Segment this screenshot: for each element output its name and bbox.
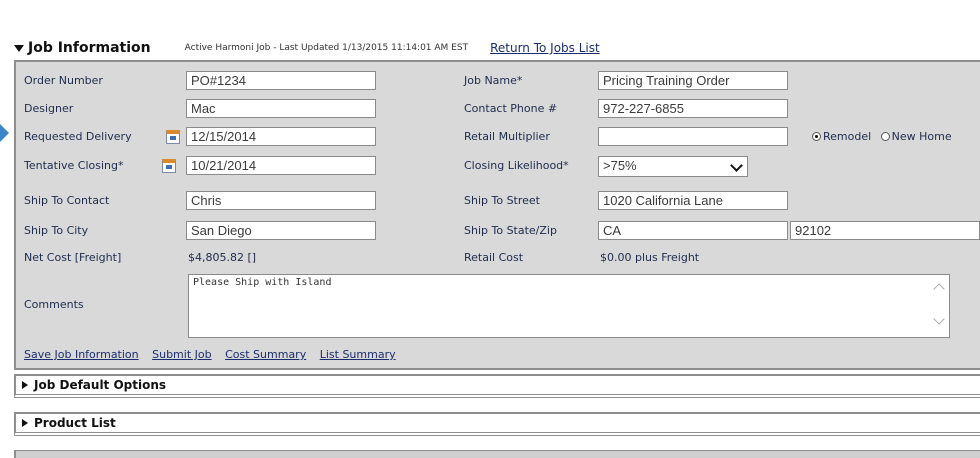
job-action-links: Save Job Information Submit Job Cost Sum… [24,348,406,361]
cost-summary-link[interactable]: Cost Summary [225,348,306,361]
job-name-label: Job Name* [464,74,523,87]
closing-likelihood-select[interactable]: >75% [598,156,748,177]
radio-selected-icon [812,132,821,141]
net-cost-label: Net Cost [Freight] [24,251,122,264]
job-default-options-title: Job Default Options [34,378,167,392]
radio-new-home[interactable]: New Home [880,130,952,143]
ship-to-city-input[interactable]: San Diego [186,221,376,240]
closing-likelihood-value: >75% [603,158,637,173]
radio-unselected-icon [880,132,890,141]
collapsed-triangle-icon [22,381,28,389]
scroll-up-icon[interactable] [933,283,945,295]
submit-job-link[interactable]: Submit Job [152,348,211,361]
list-summary-link[interactable]: List Summary [320,348,396,361]
ship-to-city-label: Ship To City [24,224,89,237]
contact-phone-label: Contact Phone # [464,102,558,115]
retail-cost-value: $0.00 plus Freight [600,251,700,264]
radio-remodel[interactable]: Remodel [812,130,871,143]
job-type-radio-group: Remodel New Home [812,130,952,143]
retail-multiplier-input[interactable] [598,127,788,146]
retail-cost-label: Retail Cost [464,251,524,264]
scroll-down-icon[interactable] [933,313,945,325]
calendar-icon[interactable] [166,130,180,144]
ship-to-contact-input[interactable]: Chris [186,191,376,210]
ship-to-street-input[interactable]: 1020 California Lane [598,191,788,210]
product-list-section[interactable]: Product List [14,412,980,436]
ship-to-state-zip-label: Ship To State/Zip [464,224,557,237]
expanded-triangle-icon [14,44,24,52]
designer-input[interactable]: Mac [186,99,376,118]
collapsed-triangle-icon [22,419,28,427]
ship-to-state-input[interactable]: CA [598,221,788,240]
job-name-input[interactable]: Pricing Training Order [598,71,788,90]
save-job-information-link[interactable]: Save Job Information [24,348,139,361]
section-title: Job Information [28,40,151,56]
comments-textarea[interactable]: Please Ship with Island [188,274,950,338]
designer-label: Designer [24,102,74,115]
retail-multiplier-label: Retail Multiplier [464,130,550,143]
net-cost-value: $4,805.82 [] [188,251,257,264]
tentative-closing-label: Tentative Closing* [24,159,124,172]
requested-delivery-input[interactable]: 12/15/2014 [186,127,376,146]
job-information-panel: Order Number PO#1234 Designer Mac Reques… [14,60,980,370]
chevron-down-icon [730,159,743,172]
comments-text: Please Ship with Island [193,277,332,288]
tentative-closing-input[interactable]: 10/21/2014 [186,156,376,175]
ship-to-contact-label: Ship To Contact [24,194,110,207]
calendar-icon[interactable] [162,159,176,173]
job-status-meta: Active Harmoni Job - Last Updated 1/13/2… [184,43,469,53]
closing-likelihood-label: Closing Likelihood* [464,159,569,172]
job-information-header: Job Information Active Harmoni Job - Las… [14,38,980,58]
requested-delivery-label: Requested Delivery [24,130,132,143]
ship-to-zip-input[interactable]: 92102 [790,221,980,240]
order-number-label: Order Number [24,74,103,87]
job-default-options-section[interactable]: Job Default Options [14,374,980,398]
order-number-input[interactable]: PO#1234 [186,71,376,90]
selection-pointer-icon [0,124,9,142]
contact-phone-input[interactable]: 972-227-6855 [598,99,788,118]
product-list-title: Product List [34,416,116,430]
job-information-toggle[interactable]: Job Information [14,40,151,56]
return-to-jobs-link[interactable]: Return To Jobs List [490,41,600,55]
next-section-strip [14,450,980,458]
comments-label: Comments [24,298,84,311]
ship-to-street-label: Ship To Street [464,194,540,207]
